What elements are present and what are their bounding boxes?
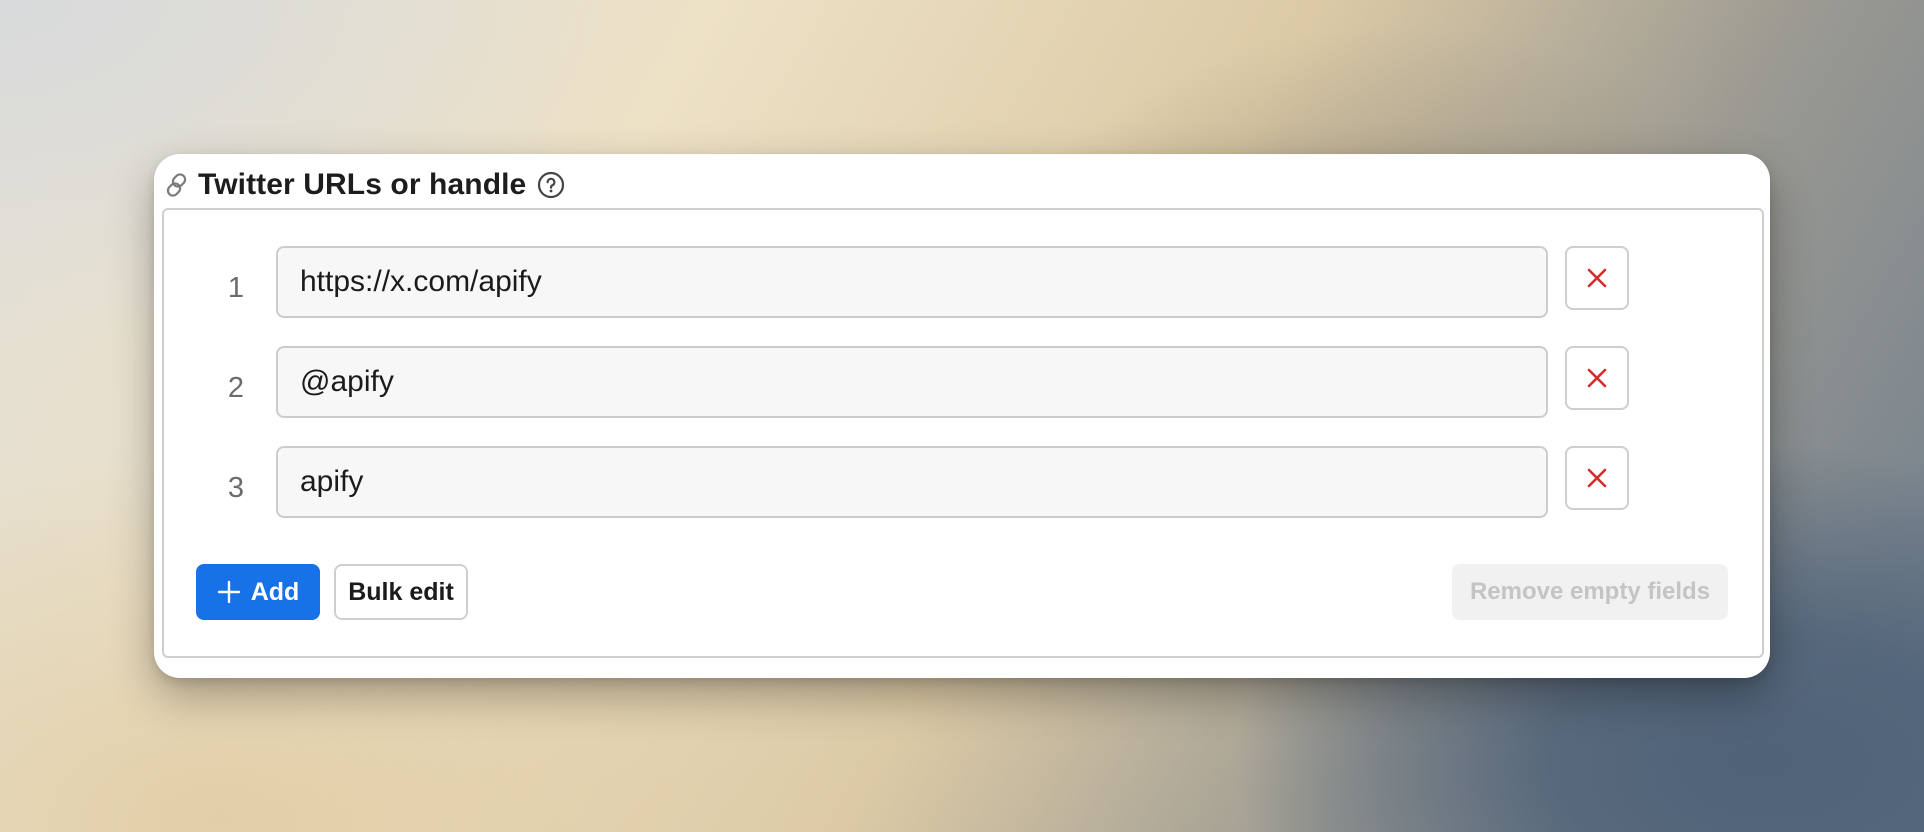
close-icon [1587,368,1607,388]
url-input[interactable] [276,446,1548,518]
row-number: 2 [227,372,245,404]
string-list-panel: 1 2 3 [162,208,1764,658]
plus-icon [217,580,240,604]
remove-row-button[interactable] [1565,346,1629,410]
remove-row-button[interactable] [1565,246,1629,310]
remove-row-button[interactable] [1565,446,1629,510]
list-row: 1 [164,246,1762,318]
input-field-card: Twitter URLs or handle 1 2 [154,154,1770,678]
add-button[interactable]: Add [196,564,320,620]
list-actions: Add Bulk edit Remove empty fields [164,564,1762,622]
row-number: 1 [227,272,245,304]
add-button-label: Add [250,577,300,606]
remove-empty-fields-button[interactable]: Remove empty fields [1452,564,1728,620]
list-row: 3 [164,446,1762,518]
row-number: 3 [227,472,245,504]
close-icon [1587,468,1607,488]
field-header: Twitter URLs or handle [162,158,566,212]
help-circle-icon[interactable] [536,170,566,200]
close-icon [1587,268,1607,288]
field-title: Twitter URLs or handle [198,168,527,201]
bulk-edit-button[interactable]: Bulk edit [334,564,468,620]
url-input[interactable] [276,246,1548,318]
link-icon [162,170,192,200]
list-row: 2 [164,346,1762,418]
url-input[interactable] [276,346,1548,418]
